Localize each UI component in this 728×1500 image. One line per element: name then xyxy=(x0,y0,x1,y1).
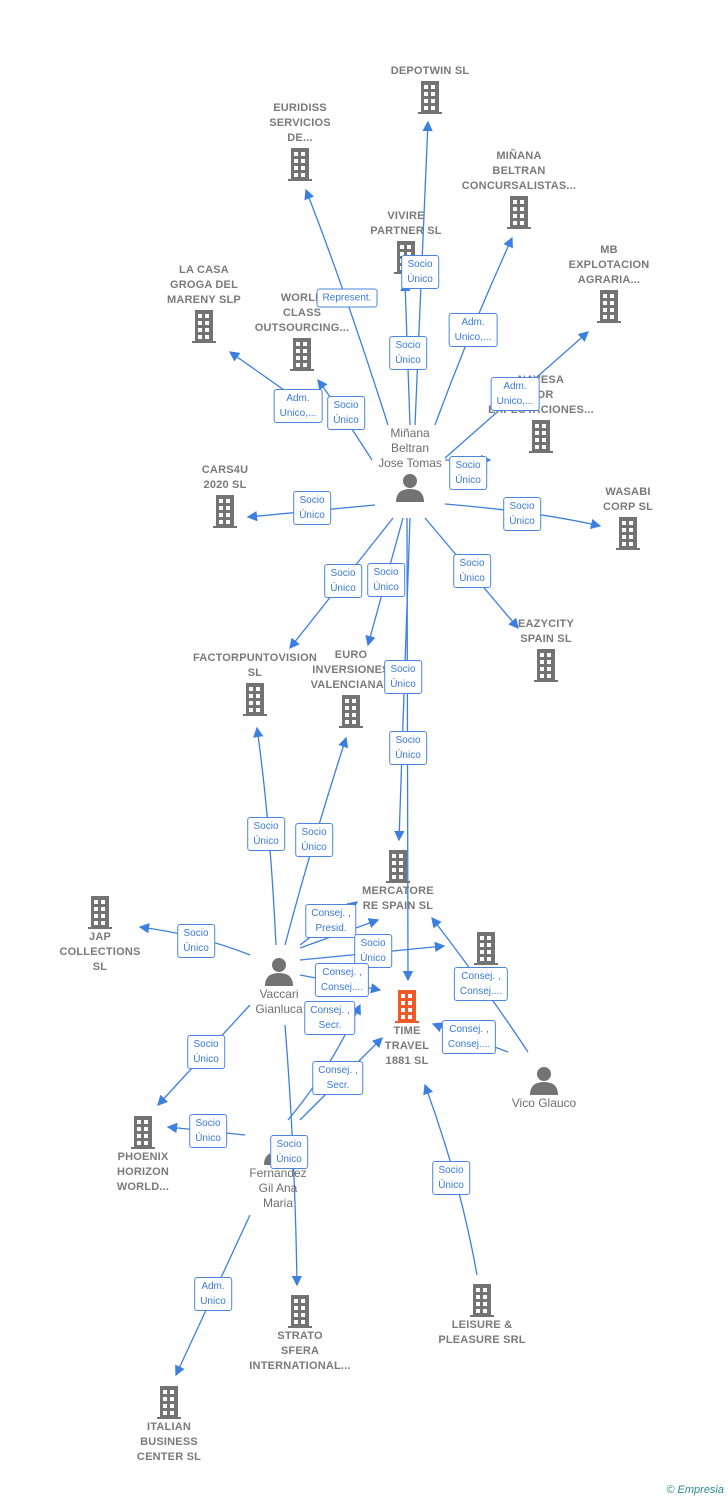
building-icon xyxy=(235,146,365,182)
edge-role-label[interactable]: Consej. , Consej.... xyxy=(441,1020,497,1054)
edge-role-label[interactable]: Socio Único xyxy=(389,731,427,765)
company-eazycity[interactable]: EAZYCITY SPAIN SL xyxy=(481,617,611,683)
edge-role-label[interactable]: Socio Único xyxy=(324,564,362,598)
company-label: MB EXPLOTACION AGRARIA... xyxy=(568,244,650,286)
edge-role-label[interactable]: Consej. , Secr. xyxy=(312,1061,364,1095)
edge-role-label[interactable]: Socio Único xyxy=(327,396,365,430)
building-icon xyxy=(35,894,165,930)
edge-role-label[interactable]: Socio Único xyxy=(453,554,491,588)
company-depotwin[interactable]: DEPOTWIN SL xyxy=(365,64,495,115)
edge-role-label[interactable]: Socio Único xyxy=(270,1135,308,1169)
edge-role-label[interactable]: Socio Único xyxy=(384,660,422,694)
edge-role-label[interactable]: Adm. Unico,... xyxy=(448,313,498,347)
network-diagram: DEPOTWIN SL EURIDISS SERVICIOS DE... MIÑ… xyxy=(0,0,728,1500)
company-label: CARS4U 2020 SL xyxy=(201,464,249,491)
building-icon xyxy=(421,930,551,966)
edge-role-label[interactable]: Socio Único xyxy=(367,563,405,597)
company-label: VIVIRE PARTNER SL xyxy=(370,210,442,237)
building-icon xyxy=(544,288,674,324)
company-italian-business[interactable]: ITALIAN BUSINESS CENTER SL xyxy=(104,1384,234,1465)
edge-role-label[interactable]: Socio Único xyxy=(189,1114,227,1148)
company-label: LEISURE & PLEASURE SRL xyxy=(438,1319,526,1346)
edge-role-label[interactable]: Socio Único xyxy=(432,1161,470,1195)
edge-role-label[interactable]: Adm. Unico,... xyxy=(490,377,540,411)
building-icon xyxy=(454,194,584,230)
company-label: DEPOTWIN SL xyxy=(390,65,470,77)
edge-role-label[interactable]: Represent. xyxy=(316,288,378,308)
building-icon xyxy=(286,693,416,729)
edge-role-label[interactable]: Socio Único xyxy=(503,497,541,531)
edge-role-label[interactable]: Consej. , Consej.... xyxy=(453,967,509,1001)
company-label: MIÑANA BELTRAN CONCURSALISTAS... xyxy=(461,150,577,192)
building-icon xyxy=(237,336,367,372)
edge-role-label[interactable]: Socio Único xyxy=(187,1035,225,1069)
edge-role-label[interactable]: Socio Único xyxy=(449,456,487,490)
company-label: ITALIAN BUSINESS CENTER SL xyxy=(136,1421,202,1463)
building-icon xyxy=(476,418,606,454)
building-icon xyxy=(563,515,693,551)
edge-role-label[interactable]: Consej. , Consej.... xyxy=(314,963,370,997)
edge-role-label[interactable]: Socio Único xyxy=(247,817,285,851)
company-label: JAP COLLECTIONS SL xyxy=(59,931,141,973)
company-cars4u[interactable]: CARS4U 2020 SL xyxy=(160,463,290,529)
building-icon xyxy=(365,79,495,115)
company-mb-explotacion[interactable]: MB EXPLOTACION AGRARIA... xyxy=(544,243,674,324)
edge-role-label[interactable]: Socio Único xyxy=(293,491,331,525)
edge-role-label[interactable]: Consej. , Presid. xyxy=(305,904,357,938)
company-euridiss[interactable]: EURIDISS SERVICIOS DE... xyxy=(235,101,365,182)
edge-role-label[interactable]: Socio Único xyxy=(401,255,439,289)
company-label: STRATO SFERA INTERNATIONAL... xyxy=(249,1330,351,1372)
company-minana-concursalistas[interactable]: MIÑANA BELTRAN CONCURSALISTAS... xyxy=(454,149,584,230)
company-label: EURIDISS SERVICIOS DE... xyxy=(269,102,331,144)
person-label: Fernandez Gil Ana Maria xyxy=(249,1166,307,1210)
edge-role-label[interactable]: Socio Único xyxy=(295,823,333,857)
building-icon xyxy=(160,493,290,529)
company-wasabi[interactable]: WASABI CORP SL xyxy=(563,485,693,551)
company-label: PHOENIX HORIZON WORLD... xyxy=(116,1151,170,1193)
person-icon xyxy=(479,1064,609,1096)
company-leisure-pleasure[interactable]: LEISURE & PLEASURE SRL xyxy=(417,1282,547,1348)
building-icon xyxy=(417,1282,547,1318)
company-label: WASABI CORP SL xyxy=(602,486,654,513)
empresia-credit[interactable]: © Empresia xyxy=(666,1484,724,1496)
building-icon xyxy=(235,1293,365,1329)
edge-role-label[interactable]: Adm. Unico,... xyxy=(273,389,323,423)
person-label: Vico Glauco xyxy=(511,1096,577,1110)
building-icon xyxy=(333,848,463,884)
company-strato-sfera[interactable]: STRATO SFERA INTERNATIONAL... xyxy=(235,1293,365,1374)
company-jap-collections[interactable]: JAP COLLECTIONS SL xyxy=(35,894,165,975)
edge-role-label[interactable]: Adm. Unico xyxy=(194,1277,232,1311)
company-label: EAZYCITY SPAIN SL xyxy=(518,618,574,645)
edge-role-label[interactable]: Socio Único xyxy=(389,336,427,370)
building-icon xyxy=(481,647,611,683)
building-icon xyxy=(104,1384,234,1420)
edge-role-label[interactable]: Consej. , Secr. xyxy=(304,1001,356,1035)
person-vico-glauco[interactable]: Vico Glauco xyxy=(479,1064,609,1111)
edge-role-label[interactable]: Socio Único xyxy=(177,924,215,958)
